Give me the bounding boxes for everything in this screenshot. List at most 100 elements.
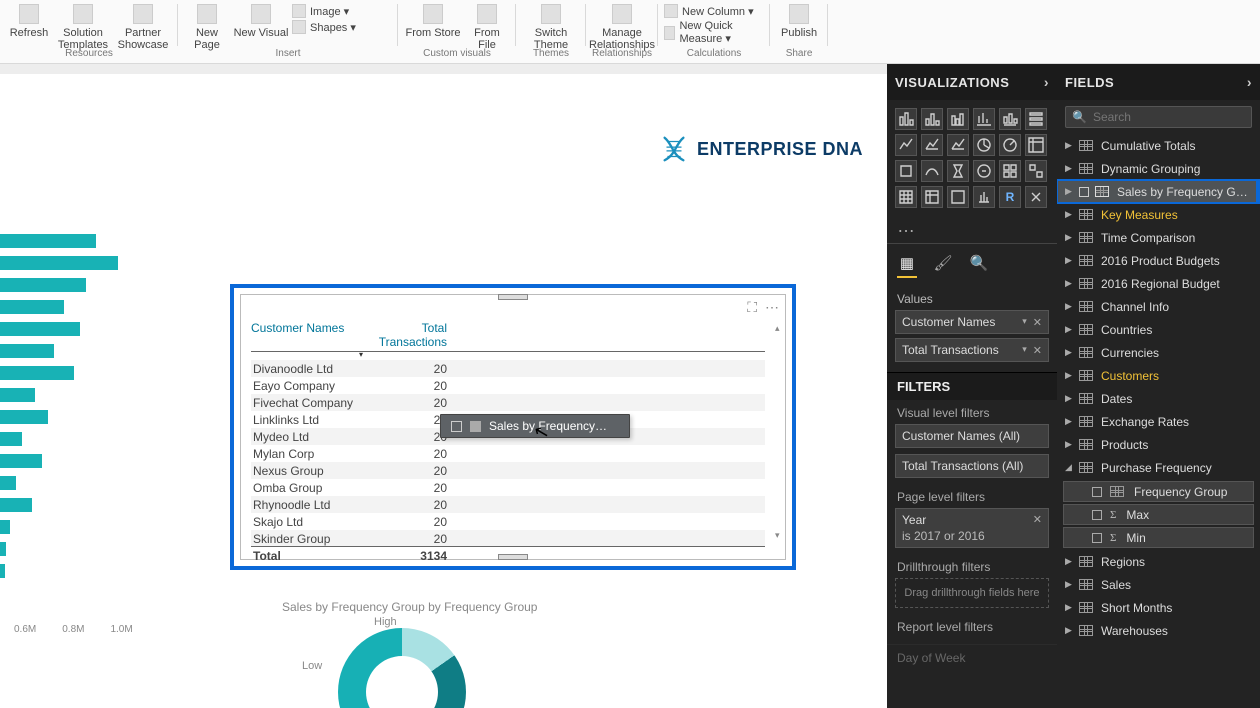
visual-type-chip[interactable]: [947, 160, 969, 182]
ribbon-button[interactable]: From Store: [404, 2, 462, 39]
table-row[interactable]: Mylan Corp20: [251, 445, 765, 462]
checkbox-icon[interactable]: [1092, 533, 1102, 543]
field-table[interactable]: ▶2016 Regional Budget: [1057, 272, 1260, 295]
field-table[interactable]: ▶2016 Product Budgets: [1057, 249, 1260, 272]
field-table[interactable]: ▶Products: [1057, 433, 1260, 456]
visual-type-chip[interactable]: [1025, 134, 1047, 156]
table-row[interactable]: Skajo Ltd20: [251, 513, 765, 530]
ribbon-button[interactable]: Publish: [776, 2, 822, 39]
ribbon-button[interactable]: Partner Showcase: [114, 2, 172, 51]
table-row[interactable]: Fivechat Company20: [251, 394, 765, 411]
chevron-right-icon[interactable]: ›: [1247, 74, 1252, 90]
visual-type-chip[interactable]: [921, 186, 943, 208]
checkbox-icon[interactable]: [1079, 187, 1089, 197]
remove-filter-icon[interactable]: ✕: [1033, 513, 1042, 526]
caret-right-icon[interactable]: ▶: [1065, 602, 1075, 613]
visual-type-chip[interactable]: [999, 108, 1021, 130]
caret-right-icon[interactable]: ▶: [1065, 439, 1075, 450]
remove-icon[interactable]: ✕: [1033, 344, 1042, 357]
table-row[interactable]: Nexus Group20: [251, 462, 765, 479]
caret-down-icon[interactable]: ◢: [1065, 462, 1075, 473]
field-table[interactable]: ▶Short Months: [1057, 596, 1260, 619]
scrollbar[interactable]: [775, 323, 785, 541]
table-row[interactable]: Eayo Company20: [251, 377, 765, 394]
visual-type-chip[interactable]: [999, 160, 1021, 182]
visual-filter-item[interactable]: Customer Names (All): [895, 424, 1049, 448]
chevron-down-icon[interactable]: ▾: [1022, 344, 1027, 357]
ribbon-button[interactable]: Manage Relationships: [593, 2, 651, 51]
caret-right-icon[interactable]: ▶: [1065, 324, 1075, 335]
ribbon-button[interactable]: Refresh: [6, 2, 52, 39]
ribbon-button[interactable]: Shapes ▾: [292, 20, 356, 34]
caret-right-icon[interactable]: ▶: [1065, 163, 1075, 174]
ribbon-button[interactable]: New Page: [184, 2, 230, 51]
visual-type-chip[interactable]: [973, 186, 995, 208]
column-header[interactable]: Customer Names: [251, 321, 361, 349]
resize-handle[interactable]: [498, 294, 528, 300]
visual-type-chip[interactable]: [1025, 108, 1047, 130]
caret-right-icon[interactable]: ▶: [1065, 186, 1075, 197]
caret-right-icon[interactable]: ▶: [1065, 416, 1075, 427]
caret-right-icon[interactable]: ▶: [1065, 278, 1075, 289]
visualizations-header[interactable]: VISUALIZATIONS ›: [887, 64, 1057, 100]
format-tab-icon[interactable]: 🖌: [933, 254, 953, 278]
visual-type-chip[interactable]: [895, 186, 917, 208]
focus-mode-icon[interactable]: ⛶: [747, 299, 757, 316]
table-header[interactable]: Customer Names Total Transactions: [251, 321, 765, 352]
table-row[interactable]: Rhynoodle Ltd20: [251, 496, 765, 513]
table-row[interactable]: Omba Group20: [251, 479, 765, 496]
fields-tab-icon[interactable]: ▦: [897, 254, 917, 278]
fields-header[interactable]: FIELDS ›: [1057, 64, 1260, 100]
visual-type-chip[interactable]: [947, 134, 969, 156]
donut-chart-visual[interactable]: High Low 0k: [310, 622, 510, 708]
field-well[interactable]: Customer Names▾✕: [895, 310, 1049, 334]
field-table[interactable]: ▶Dynamic Grouping: [1057, 157, 1260, 180]
visual-type-chip[interactable]: [973, 160, 995, 182]
ribbon-button[interactable]: Solution Templates: [54, 2, 112, 51]
visual-type-chip[interactable]: [921, 134, 943, 156]
field-table[interactable]: ▶Warehouses: [1057, 619, 1260, 642]
visual-type-chip[interactable]: [947, 186, 969, 208]
caret-right-icon[interactable]: ▶: [1065, 140, 1075, 151]
visual-type-chip[interactable]: [895, 134, 917, 156]
visual-type-chip[interactable]: [921, 108, 943, 130]
report-canvas[interactable]: ENTERPRISE DNA 0.6M 0.8M 1.0M ⛶: [0, 64, 887, 708]
page-filter-item[interactable]: ✕ Year is 2017 or 2016: [895, 508, 1049, 548]
field-table[interactable]: ▶Cumulative Totals: [1057, 134, 1260, 157]
visual-type-chip[interactable]: [973, 134, 995, 156]
more-options-icon[interactable]: ⋯: [765, 299, 779, 316]
ribbon-button[interactable]: New Visual: [232, 2, 290, 39]
caret-right-icon[interactable]: ▶: [1065, 393, 1075, 404]
field-column[interactable]: ΣMin: [1063, 527, 1254, 548]
field-table[interactable]: ◢Purchase Frequency: [1057, 456, 1260, 479]
caret-right-icon[interactable]: ▶: [1065, 232, 1075, 243]
ribbon-button[interactable]: New Column ▾: [664, 4, 754, 18]
field-table[interactable]: ▶Dates: [1057, 387, 1260, 410]
report-page[interactable]: ENTERPRISE DNA 0.6M 0.8M 1.0M ⛶: [0, 74, 887, 708]
remove-icon[interactable]: ✕: [1033, 316, 1042, 329]
caret-right-icon[interactable]: ▶: [1065, 301, 1075, 312]
visual-type-chip[interactable]: [947, 108, 969, 130]
caret-right-icon[interactable]: ▶: [1065, 579, 1075, 590]
drillthrough-dropzone[interactable]: Drag drillthrough fields here: [895, 578, 1049, 608]
visual-type-chip[interactable]: [895, 108, 917, 130]
caret-right-icon[interactable]: ▶: [1065, 556, 1075, 567]
analytics-tab-icon[interactable]: 🔍: [969, 254, 989, 278]
field-table[interactable]: ▶Exchange Rates: [1057, 410, 1260, 433]
field-table[interactable]: ▶Currencies: [1057, 341, 1260, 364]
column-header[interactable]: Total Transactions: [361, 321, 453, 349]
visual-type-chip[interactable]: [1025, 186, 1047, 208]
ribbon-button[interactable]: Image ▾: [292, 4, 349, 18]
visual-type-chip[interactable]: R: [999, 186, 1021, 208]
table-row[interactable]: Divanoodle Ltd20: [251, 360, 765, 377]
caret-right-icon[interactable]: ▶: [1065, 370, 1075, 381]
caret-right-icon[interactable]: ▶: [1065, 625, 1075, 636]
field-table[interactable]: ▶Regions: [1057, 550, 1260, 573]
visual-type-chip[interactable]: [973, 108, 995, 130]
field-table[interactable]: ▶Key Measures: [1057, 203, 1260, 226]
field-table[interactable]: ▶Countries: [1057, 318, 1260, 341]
ribbon-button[interactable]: From File: [464, 2, 510, 51]
visual-type-chip[interactable]: [895, 160, 917, 182]
field-column[interactable]: Frequency Group: [1063, 481, 1254, 502]
field-well[interactable]: Total Transactions▾✕: [895, 338, 1049, 362]
